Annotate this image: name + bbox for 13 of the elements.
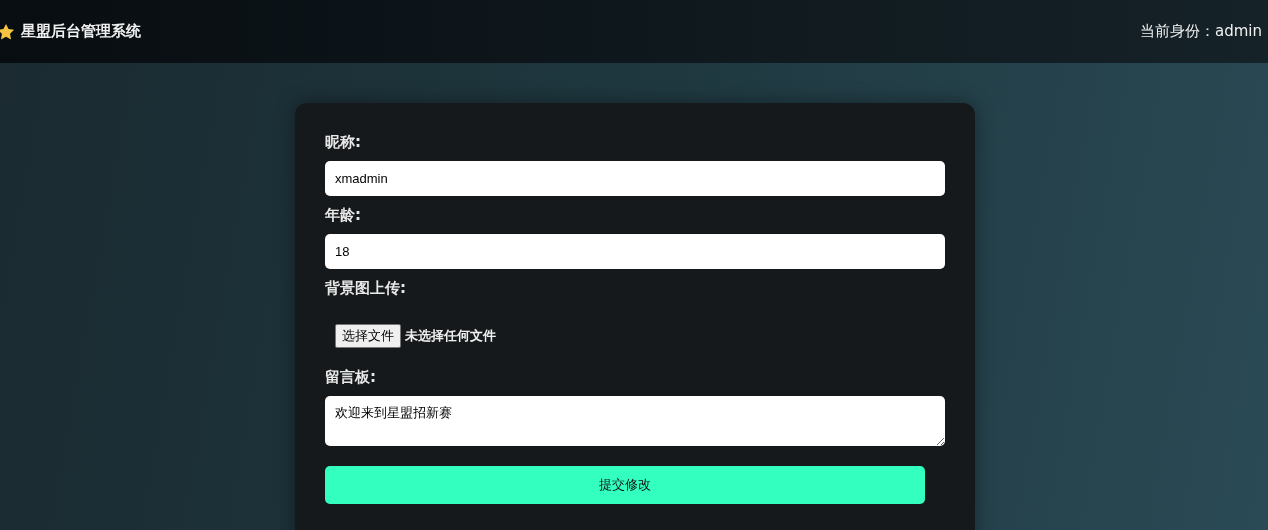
field-label: 年龄:	[325, 206, 361, 225]
app-title: 星盟后台管理系统	[21, 22, 141, 41]
message-field[interactable]: 欢迎来到星盟招新赛	[325, 396, 945, 446]
file-status: 未选择任何文件	[405, 327, 496, 345]
star-icon	[0, 22, 15, 41]
input-field[interactable]: xmadmin	[325, 161, 945, 196]
current-user: 当前身份：admin	[1140, 22, 1262, 41]
choose-file-button[interactable]: 选择文件	[335, 324, 401, 348]
field-label: 背景图上传:	[325, 279, 406, 298]
field-label: 昵称:	[325, 133, 361, 152]
input-field[interactable]: 18	[325, 234, 945, 269]
submit-button[interactable]: 提交修改	[325, 466, 925, 504]
field-label: 留言板:	[325, 368, 376, 387]
